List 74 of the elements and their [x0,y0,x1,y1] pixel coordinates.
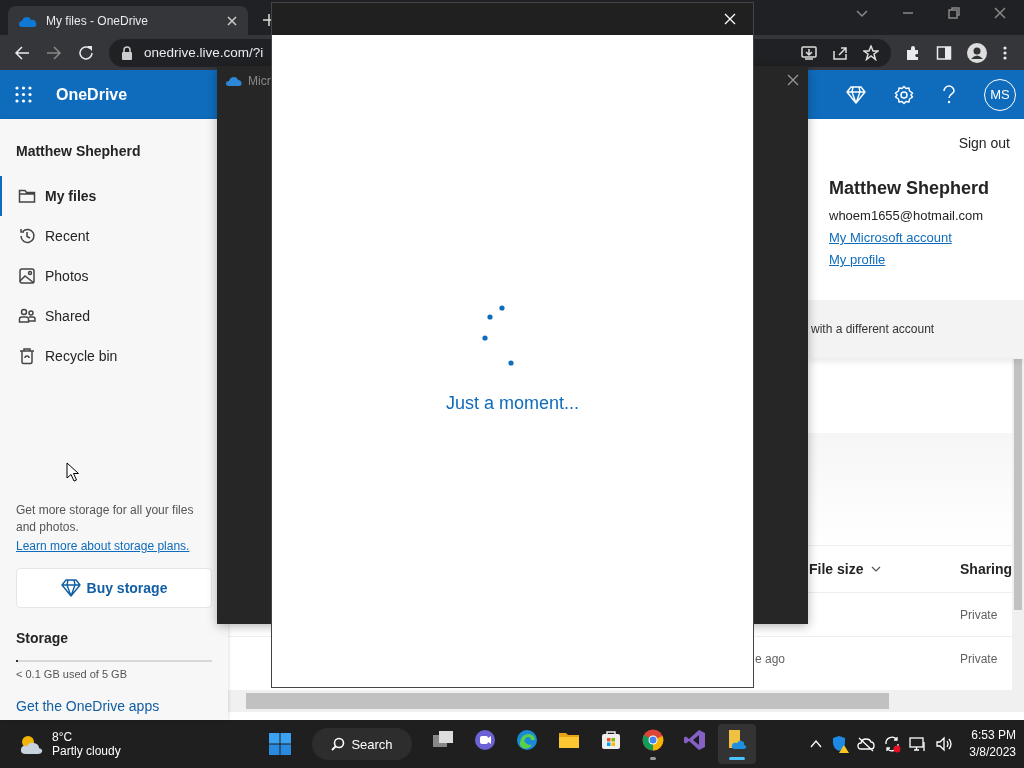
help-icon[interactable] [942,84,956,105]
shield-warning-icon[interactable] [831,735,850,753]
folder-icon [18,187,36,205]
sync-error-icon[interactable] [883,735,902,753]
forward-icon[interactable] [45,43,63,62]
promo-text: Get more storage for all your files and photos. [16,502,195,536]
trash-icon [18,347,36,365]
temperature: 8°C [52,730,74,744]
search-icon [331,737,346,751]
history-icon [18,227,36,245]
storage-plans-link[interactable]: Learn more about storage plans. [16,539,190,553]
column-header[interactable]: Sharing [960,561,1013,577]
table-cell-text: Private [960,607,999,622]
cursor-icon [66,462,80,482]
share-icon[interactable] [832,44,848,61]
settings-icon[interactable] [894,84,914,105]
app-name[interactable]: OneDrive [56,85,128,104]
store-icon [599,728,623,752]
table-cell-text: e ago [755,651,787,666]
switch-account-row[interactable]: with a different account [808,300,1024,358]
tab-title: My files - OneDrive [46,13,150,28]
puzzle-icon[interactable] [905,44,921,61]
people-icon [18,307,36,325]
weather-condition: Partly cloudy [52,744,121,758]
nav-item[interactable]: My files [0,176,200,216]
diamond-icon [60,578,81,598]
start-icon[interactable] [268,732,292,756]
side-panel-icon[interactable] [936,44,952,61]
sign-out-link[interactable]: Sign out [958,135,1010,151]
app-launcher-icon[interactable] [15,86,32,103]
buy-storage-button[interactable]: Buy storage [16,568,212,608]
menu-icon[interactable] [1002,44,1008,61]
close-icon[interactable] [226,14,238,27]
account-link[interactable]: My profile [829,252,886,267]
clock[interactable]: 6:53 PM 3/8/2023 [969,727,1016,761]
vertical-scrollbar[interactable] [1012,359,1024,690]
nav-item[interactable]: Recycle bin [0,336,200,376]
network-icon[interactable] [909,736,928,752]
diamond-icon[interactable] [846,84,866,105]
account-link[interactable]: My Microsoft account [829,230,952,245]
cloud-off-icon[interactable] [857,736,876,752]
restore-icon[interactable] [947,6,961,20]
cloud-icon [226,75,242,87]
image-icon [18,267,36,285]
volume-icon[interactable] [935,736,954,752]
star-icon[interactable] [863,44,879,61]
back-icon[interactable] [13,43,31,62]
profile-icon[interactable] [967,42,987,63]
browser-tab[interactable]: My files - OneDrive [8,6,248,35]
browser-icon [515,728,539,752]
chat-icon [473,728,497,752]
table-cell-text: Private [960,651,999,666]
search-button[interactable]: Search [312,728,412,760]
chevron-down-icon [871,564,882,574]
loading-message: Just a moment... [445,393,580,414]
code-editor-icon [683,728,707,752]
browser-icon [641,728,665,752]
reload-icon[interactable] [77,43,95,62]
window-title: Micr [248,74,271,88]
horizontal-scrollbar[interactable] [228,690,1024,712]
storage-heading: Storage [16,630,70,646]
spinner-icon [480,305,515,367]
taskbar-app[interactable] [718,724,756,764]
storage-reading: < 0.1 GB used of 5 GB [16,668,128,680]
nav-item[interactable]: Photos [0,256,200,296]
column-header[interactable]: File size [809,561,960,577]
download-icon[interactable] [801,44,817,61]
user-name: Matthew Shepherd [16,143,142,159]
account-email: whoem1655@hotmail.com [829,208,985,223]
account-name: Matthew Shepherd [829,178,990,199]
nav-item[interactable]: Recent [0,216,200,256]
onedrive-apps-link[interactable]: Get the OneDrive apps [16,698,160,714]
nav-item[interactable]: Shared [0,296,200,336]
lock-icon [121,45,133,60]
